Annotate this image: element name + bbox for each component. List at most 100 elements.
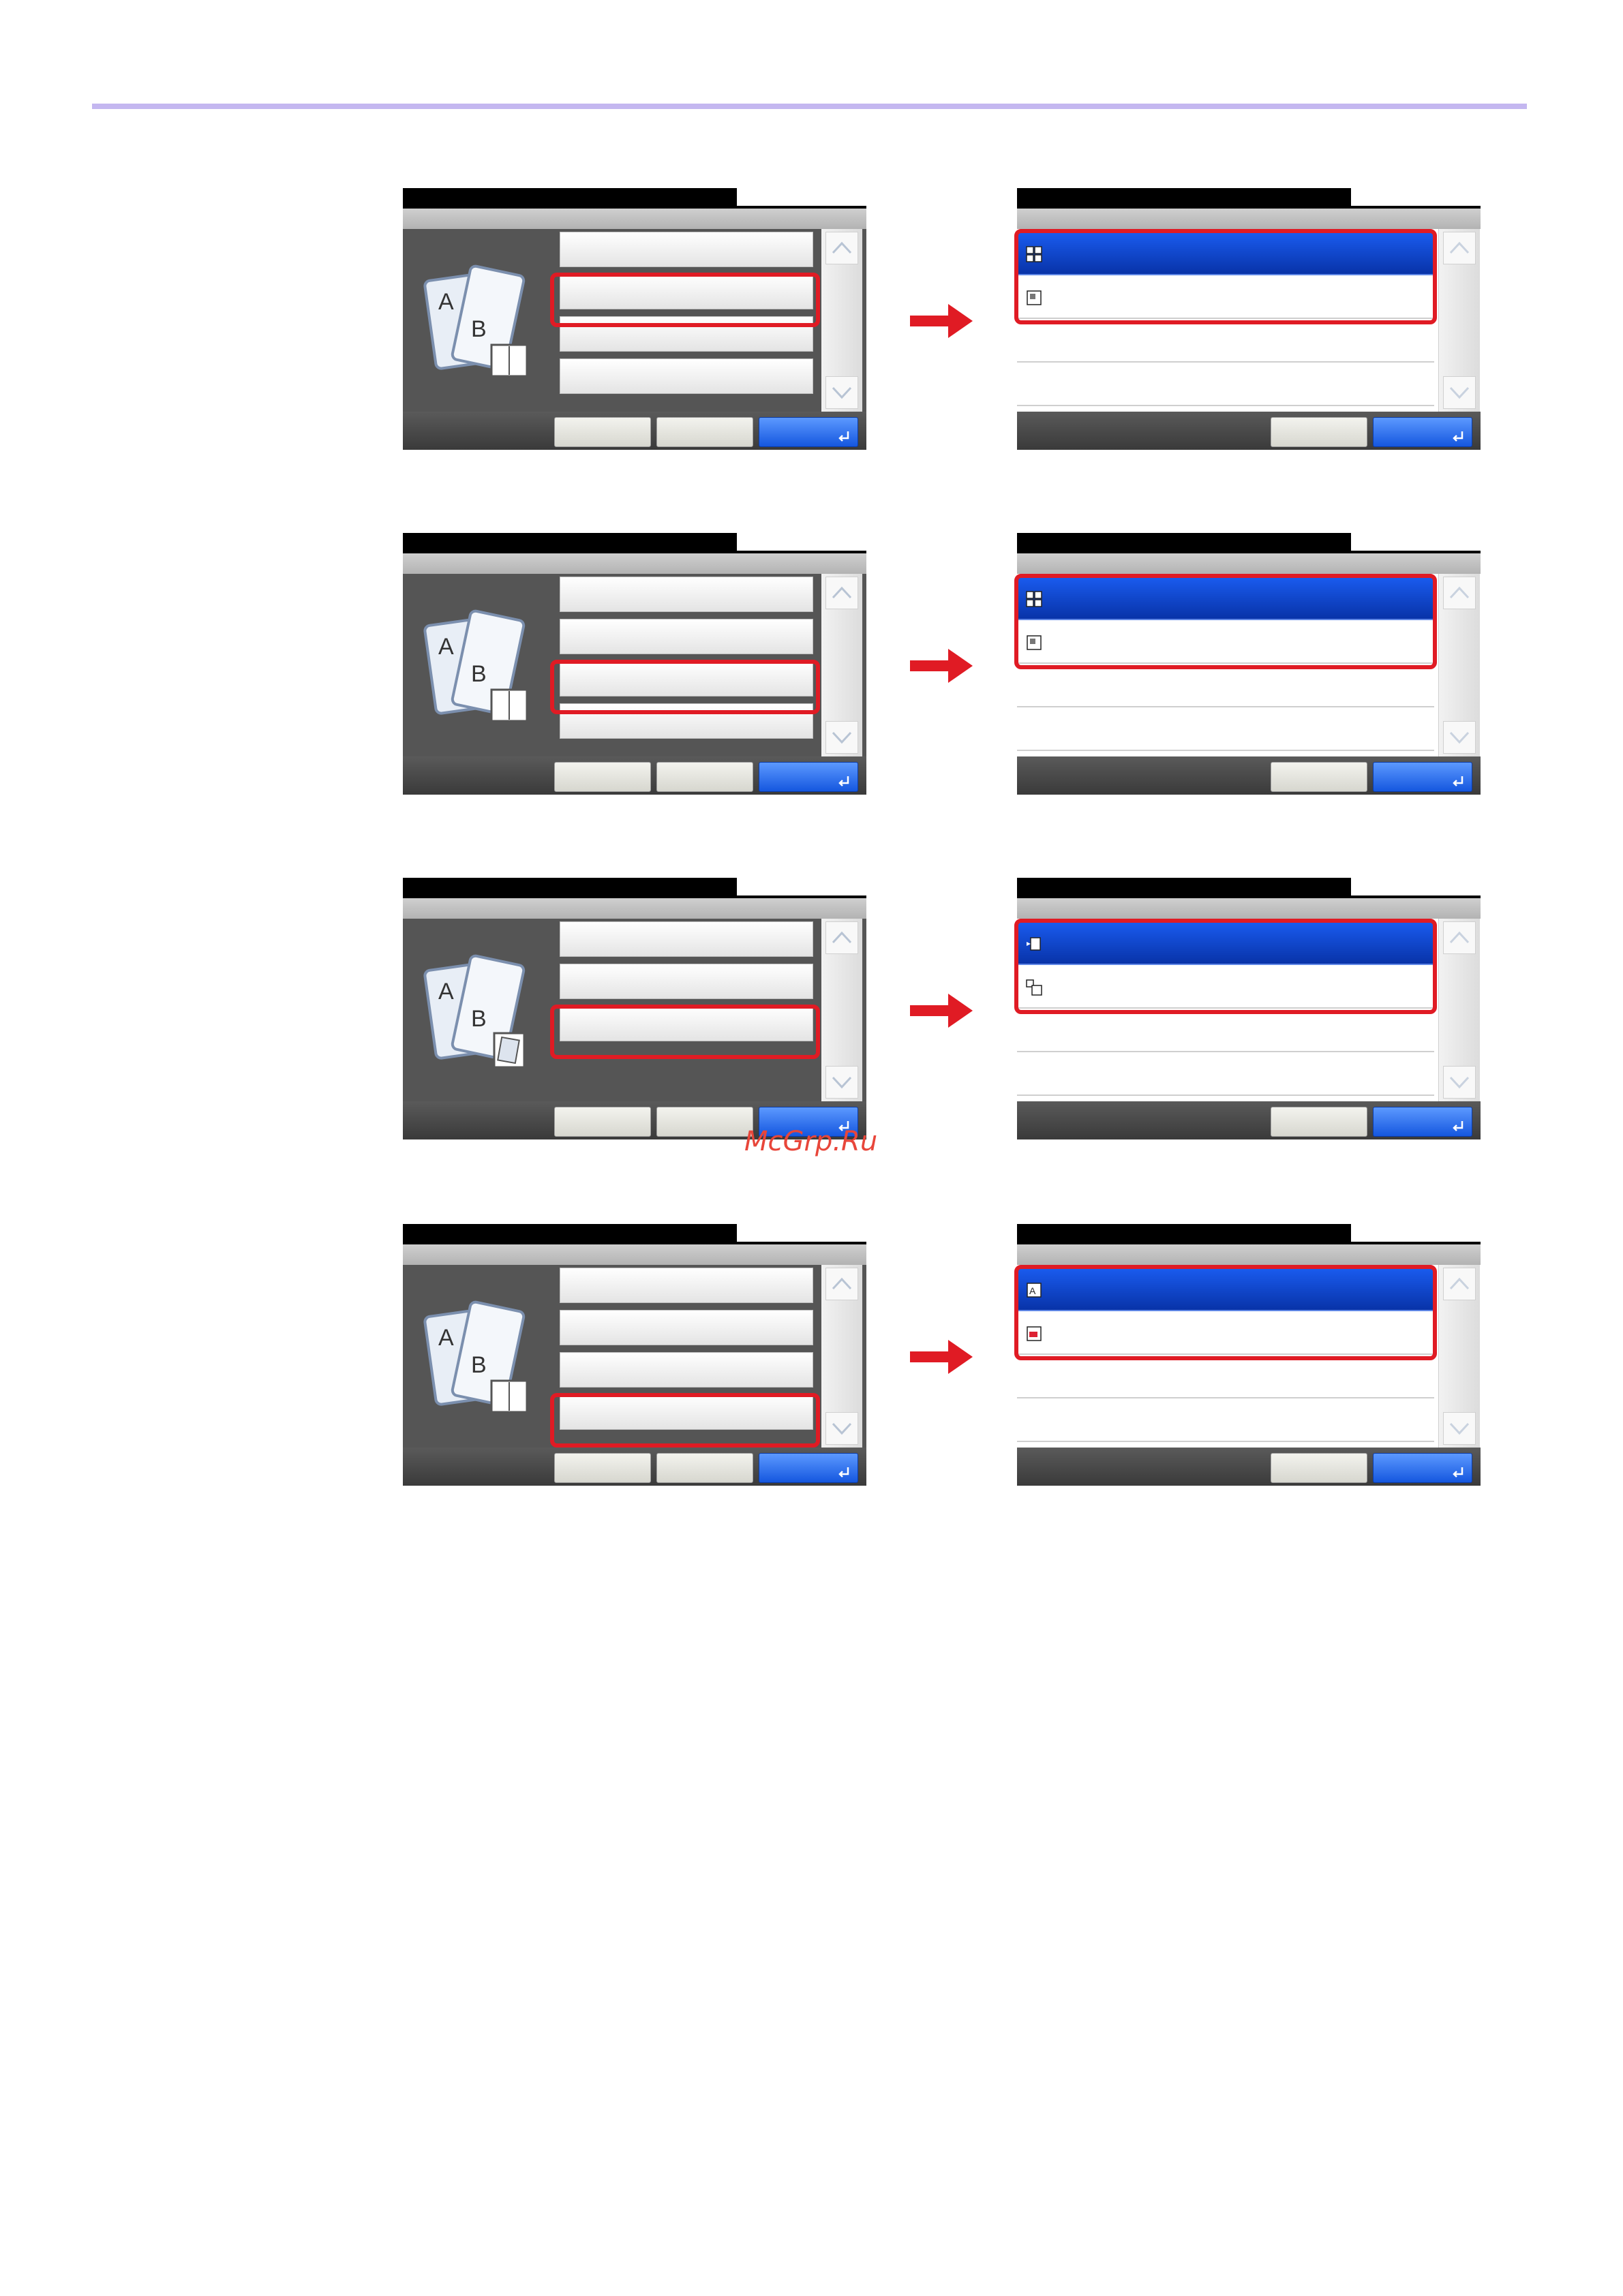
svg-text:B: B — [471, 1006, 487, 1032]
screen-subheader — [1017, 1244, 1481, 1265]
list-item[interactable] — [1017, 1398, 1434, 1442]
cancel-button[interactable] — [554, 1107, 651, 1137]
list-item[interactable] — [560, 1310, 813, 1345]
highlight-frame — [550, 1393, 820, 1448]
highlight-frame — [1014, 229, 1437, 324]
screen-subheader — [1017, 553, 1481, 574]
back-button[interactable] — [656, 1107, 753, 1137]
screen-subheader — [403, 898, 866, 919]
step-3: A B — [0, 878, 1623, 1144]
step-2: A B — [0, 533, 1623, 799]
cancel-button[interactable] — [1271, 417, 1367, 447]
svg-text:A: A — [438, 634, 454, 660]
scroll-down-button[interactable] — [825, 1412, 858, 1445]
watermark-text: McGrp.Ru — [744, 1126, 878, 1157]
scroll-down-button[interactable] — [1443, 1412, 1476, 1445]
list-item[interactable] — [1017, 363, 1434, 406]
enter-icon — [838, 1467, 849, 1478]
screen-subheader — [1017, 898, 1481, 919]
scroll-up-button[interactable] — [1443, 1268, 1476, 1300]
cancel-button[interactable] — [554, 417, 651, 447]
ok-button[interactable] — [759, 1453, 858, 1483]
scroll-up-button[interactable] — [825, 921, 858, 954]
enter-icon — [1453, 776, 1463, 786]
cancel-button[interactable] — [1271, 1107, 1367, 1137]
scroll-up-button[interactable] — [1443, 921, 1476, 954]
ok-button[interactable] — [1373, 762, 1472, 792]
ok-button[interactable] — [1373, 1107, 1472, 1137]
scrollbar[interactable] — [821, 1265, 862, 1448]
screen-title-bar — [1017, 1224, 1351, 1244]
scrollbar[interactable] — [1438, 919, 1480, 1101]
scroll-down-button[interactable] — [1443, 1066, 1476, 1099]
list-item[interactable] — [560, 358, 813, 394]
scroll-up-button[interactable] — [825, 577, 858, 609]
scrollbar[interactable] — [821, 574, 862, 756]
cancel-button[interactable] — [554, 762, 651, 792]
highlight-frame — [1014, 574, 1437, 669]
cancel-button[interactable] — [1271, 1453, 1367, 1483]
svg-text:A: A — [438, 979, 454, 1005]
step-1: A B — [0, 188, 1623, 454]
scrollbar[interactable] — [1438, 1265, 1480, 1448]
list-item[interactable] — [1017, 1009, 1434, 1052]
screen-title-bar — [1017, 188, 1351, 209]
screen-title-bar — [403, 1224, 737, 1244]
chevron-up-icon — [1449, 1277, 1470, 1290]
list-item[interactable] — [1017, 319, 1434, 363]
scroll-down-button[interactable] — [825, 376, 858, 409]
ok-button[interactable] — [759, 762, 858, 792]
options-screen: A — [1014, 1224, 1481, 1486]
list-item[interactable] — [560, 577, 813, 612]
list-item[interactable] — [560, 232, 813, 267]
back-button[interactable] — [656, 762, 753, 792]
scroll-up-button[interactable] — [1443, 577, 1476, 609]
options-screen — [1014, 533, 1481, 795]
scroll-down-button[interactable] — [1443, 376, 1476, 409]
arrow-icon — [910, 304, 973, 338]
scroll-down-button[interactable] — [825, 721, 858, 754]
enter-icon — [838, 431, 849, 442]
cancel-button[interactable] — [554, 1453, 651, 1483]
enter-icon — [1453, 1121, 1463, 1131]
scroll-down-button[interactable] — [825, 1066, 858, 1099]
chevron-up-icon — [1449, 586, 1470, 599]
svg-text:B: B — [471, 1352, 487, 1378]
chevron-up-icon — [1449, 931, 1470, 944]
scrollbar[interactable] — [1438, 574, 1480, 756]
scroll-up-button[interactable] — [825, 232, 858, 264]
options-screen — [1014, 188, 1481, 450]
scrollbar[interactable] — [821, 919, 862, 1101]
enter-icon — [1453, 431, 1463, 442]
scrollbar[interactable] — [1438, 229, 1480, 412]
back-button[interactable] — [656, 417, 753, 447]
list-item[interactable] — [560, 619, 813, 654]
screen-title-bar — [403, 533, 737, 553]
scroll-up-button[interactable] — [825, 1268, 858, 1300]
svg-text:B: B — [471, 661, 487, 687]
list-item[interactable] — [560, 964, 813, 999]
list-item[interactable] — [1017, 707, 1434, 751]
svg-text:B: B — [471, 316, 487, 342]
chevron-down-icon — [832, 731, 852, 744]
chevron-up-icon — [832, 931, 852, 944]
back-button[interactable] — [656, 1453, 753, 1483]
options-screen — [1014, 878, 1481, 1139]
list-item[interactable] — [560, 1352, 813, 1388]
cancel-button[interactable] — [1271, 762, 1367, 792]
scrollbar[interactable] — [821, 229, 862, 412]
list-item[interactable] — [1017, 1052, 1434, 1096]
list-item[interactable] — [560, 1268, 813, 1303]
menu-screen: A B — [403, 533, 866, 795]
scroll-up-button[interactable] — [1443, 232, 1476, 264]
highlight-frame — [1014, 1265, 1437, 1360]
ok-button[interactable] — [1373, 1453, 1472, 1483]
highlight-frame — [1014, 919, 1437, 1014]
svg-text:A: A — [438, 289, 454, 315]
list-item[interactable] — [1017, 664, 1434, 707]
list-item[interactable] — [1017, 1355, 1434, 1398]
ok-button[interactable] — [759, 417, 858, 447]
ok-button[interactable] — [1373, 417, 1472, 447]
scroll-down-button[interactable] — [1443, 721, 1476, 754]
list-item[interactable] — [560, 921, 813, 957]
